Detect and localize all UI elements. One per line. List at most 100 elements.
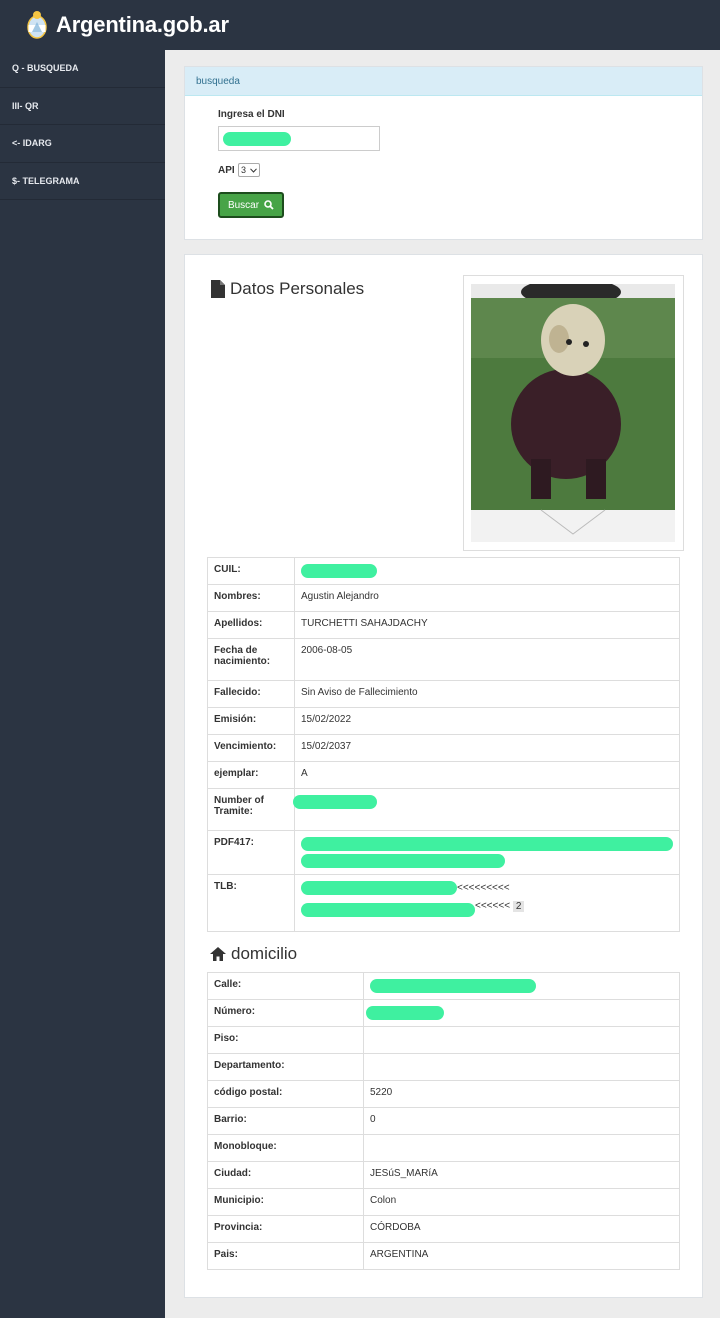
vencimiento-key: Vencimiento: xyxy=(207,734,295,762)
departamento-value xyxy=(363,1053,680,1081)
redaction-mark xyxy=(301,854,505,868)
table-row: Calle: xyxy=(207,972,680,1000)
personal-data-table: CUIL: Nombres: Agustin Alejandro Apellid… xyxy=(207,557,680,932)
table-row: Apellidos: TURCHETTI SAHAJDACHY xyxy=(207,611,680,639)
fallecido-key: Fallecido: xyxy=(207,680,295,708)
table-row: Barrio: 0 xyxy=(207,1107,680,1135)
sidebar-item-qr[interactable]: III- QR xyxy=(0,88,165,125)
search-icon xyxy=(264,200,274,210)
piso-value xyxy=(363,1026,680,1054)
sidebar-item-busqueda[interactable]: Q - BUSQUEDA xyxy=(0,50,165,88)
table-row: ejemplar: A xyxy=(207,761,680,789)
tlb-line-1: <<<<<<<<< xyxy=(457,882,510,894)
tlb-badge: 2 xyxy=(512,900,525,912)
chevron-down-icon xyxy=(250,167,257,173)
nombres-value: Agustin Alejandro xyxy=(294,584,680,612)
ciudad-value: JESúS_MARíA xyxy=(363,1161,680,1189)
buscar-button-label: Buscar xyxy=(227,199,260,211)
dni-input[interactable] xyxy=(218,126,380,151)
personal-data-title: Datos Personales xyxy=(210,279,364,299)
brand-title[interactable]: Argentina.gob.ar xyxy=(56,12,229,38)
redaction-mark xyxy=(293,795,377,809)
table-row: Pais: ARGENTINA xyxy=(207,1242,680,1270)
tlb-line-2: <<<<<< xyxy=(475,900,511,912)
pdf417-key: PDF417: xyxy=(207,830,295,875)
domicilio-table: Calle: Número: Piso: Departamento: códig… xyxy=(207,972,680,1270)
tlb-key: TLB: xyxy=(207,874,295,932)
table-row: Nombres: Agustin Alejandro xyxy=(207,584,680,612)
api-select-value: 3 xyxy=(241,165,247,175)
table-row: Ciudad: JESúS_MARíA xyxy=(207,1161,680,1189)
numero-value xyxy=(363,999,680,1027)
cuil-key: CUIL: xyxy=(207,557,295,585)
numero-key: Número: xyxy=(207,999,364,1027)
tlb-value: <<<<<<<<< <<<<<< 2 xyxy=(294,874,680,932)
table-row: Fecha de nacimiento: 2006-08-05 xyxy=(207,638,680,681)
redaction-mark xyxy=(301,564,377,578)
pais-value: ARGENTINA xyxy=(363,1242,680,1270)
calle-value xyxy=(363,972,680,1000)
table-row: Number of Tramite: xyxy=(207,788,680,831)
table-row: CUIL: xyxy=(207,557,680,585)
pais-key: Pais: xyxy=(207,1242,364,1270)
domicilio-title-text: domicilio xyxy=(231,944,298,963)
photo-frame xyxy=(463,275,684,551)
table-row: código postal: 5220 xyxy=(207,1080,680,1108)
table-row: Municipio: Colon xyxy=(207,1188,680,1216)
search-panel: busqueda Ingresa el DNI API 3 Buscar xyxy=(184,66,703,240)
redaction-mark xyxy=(301,903,475,917)
table-row: TLB: <<<<<<<<< <<<<<< 2 xyxy=(207,874,680,932)
departamento-key: Departamento: xyxy=(207,1053,364,1081)
apellidos-key: Apellidos: xyxy=(207,611,295,639)
vencimiento-value: 15/02/2037 xyxy=(294,734,680,762)
redaction-mark xyxy=(370,979,536,993)
sidebar-item-label: Q - BUSQUEDA xyxy=(12,63,79,74)
search-panel-heading: busqueda xyxy=(185,67,702,96)
personal-data-panel: Datos Personales CUIL: Nombres: Agustin … xyxy=(184,254,703,1298)
ejemplar-value: A xyxy=(294,761,680,789)
sidebar-item-idarg[interactable]: <- IDARG xyxy=(0,125,165,163)
sidebar-item-label: III- QR xyxy=(12,100,39,111)
codigo-postal-value: 5220 xyxy=(363,1080,680,1108)
document-icon xyxy=(211,280,225,298)
buscar-button[interactable]: Buscar xyxy=(218,192,284,218)
emision-key: Emisión: xyxy=(207,707,295,735)
tramite-value xyxy=(293,788,680,831)
api-label: API xyxy=(218,165,235,176)
barrio-value: 0 xyxy=(363,1107,680,1135)
ciudad-key: Ciudad: xyxy=(207,1161,364,1189)
table-row: Número: xyxy=(207,999,680,1027)
redaction-mark xyxy=(223,132,291,146)
redaction-mark xyxy=(366,1006,444,1020)
id-photo xyxy=(471,284,675,542)
codigo-postal-key: código postal: xyxy=(207,1080,364,1108)
fecha-nacimiento-key: Fecha de nacimiento: xyxy=(207,638,295,681)
municipio-key: Municipio: xyxy=(207,1188,364,1216)
provincia-value: CÓRDOBA xyxy=(363,1215,680,1243)
monobloque-value xyxy=(363,1134,680,1162)
tramite-key: Number of Tramite: xyxy=(207,788,295,831)
dni-label: Ingresa el DNI xyxy=(218,109,285,120)
sidebar-item-telegrama[interactable]: $- TELEGRAMA xyxy=(0,163,165,200)
barrio-key: Barrio: xyxy=(207,1107,364,1135)
ejemplar-key: ejemplar: xyxy=(207,761,295,789)
table-row: Piso: xyxy=(207,1026,680,1054)
redaction-mark xyxy=(301,881,457,895)
table-row: PDF417: xyxy=(207,830,680,875)
table-row: Monobloque: xyxy=(207,1134,680,1162)
argentina-emblem-icon xyxy=(26,10,48,40)
sidebar-item-label: <- IDARG xyxy=(12,138,52,149)
sidebar: Q - BUSQUEDA III- QR <- IDARG $- TELEGRA… xyxy=(0,50,165,1318)
personal-data-title-text: Datos Personales xyxy=(230,279,365,298)
sidebar-item-label: $- TELEGRAMA xyxy=(12,175,80,186)
api-select[interactable]: 3 xyxy=(238,163,260,177)
table-row: Fallecido: Sin Aviso de Fallecimiento xyxy=(207,680,680,708)
emision-value: 15/02/2022 xyxy=(294,707,680,735)
municipio-value: Colon xyxy=(363,1188,680,1216)
domicilio-title: domicilio xyxy=(210,944,297,964)
monobloque-key: Monobloque: xyxy=(207,1134,364,1162)
table-row: Departamento: xyxy=(207,1053,680,1081)
fecha-nacimiento-value: 2006-08-05 xyxy=(294,638,680,681)
apellidos-value: TURCHETTI SAHAJDACHY xyxy=(294,611,680,639)
redaction-mark xyxy=(301,837,673,851)
